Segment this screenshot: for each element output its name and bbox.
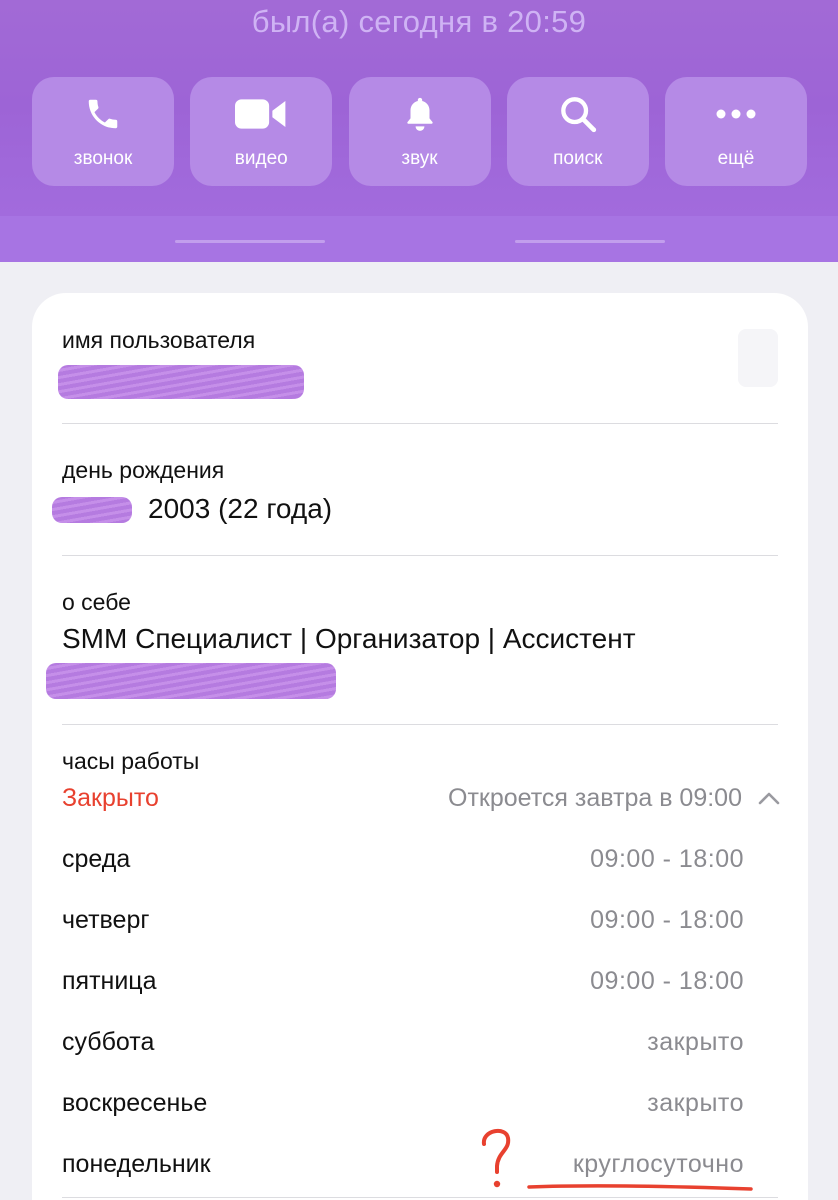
hours-row: четверг 09:00 - 18:00: [62, 906, 744, 946]
video-camera-icon: [190, 95, 332, 133]
last-seen-status: был(а) сегодня в 20:59: [251, 4, 587, 39]
video-button[interactable]: видео: [190, 77, 333, 186]
next-open-time[interactable]: Откроется завтра в 09:00: [448, 784, 742, 813]
day-name: суббота: [62, 1028, 155, 1056]
hours-row: воскресенье закрыто: [62, 1089, 744, 1129]
search-label: поиск: [553, 148, 603, 169]
username-label: имя пользователя: [62, 327, 256, 353]
hours-row: среда 09:00 - 18:00: [62, 845, 744, 885]
day-hours: закрыто: [647, 1089, 744, 1117]
day-name: пятница: [62, 967, 157, 995]
search-icon: [507, 95, 649, 133]
day-hours: 09:00 - 18:00: [590, 845, 744, 873]
more-button[interactable]: ещё: [665, 77, 807, 186]
profile-header: был(а) сегодня в 20:59 звонок видео звук…: [0, 0, 838, 262]
action-bar: звонок видео звук поиск ещё: [32, 77, 807, 186]
sound-label: звук: [401, 148, 438, 169]
hours-row: пятница 09:00 - 18:00: [62, 967, 744, 1007]
phone-icon: [32, 95, 174, 133]
working-hours-label: часы работы: [62, 748, 200, 774]
redacted-birthday-date: [52, 497, 132, 523]
hours-row: суббота закрыто: [62, 1028, 744, 1068]
sound-button[interactable]: звук: [348, 77, 491, 186]
bell-icon: [349, 95, 491, 133]
divider: [62, 555, 778, 556]
divider: [62, 724, 778, 725]
day-name: понедельник: [62, 1150, 211, 1178]
bio-value: SMM Специалист | Организатор | Ассистент: [62, 623, 636, 654]
call-label: звонок: [73, 148, 133, 169]
profile-info-card: имя пользователя день рождения 2003 (22 …: [32, 293, 808, 1200]
day-name: четверг: [62, 906, 150, 934]
redacted-username: [58, 365, 304, 399]
day-name: среда: [62, 845, 131, 873]
day-hours: закрыто: [647, 1028, 744, 1056]
qr-code-icon[interactable]: [736, 327, 780, 389]
underline-annotation: [527, 1184, 753, 1191]
redacted-bio-line: [46, 663, 336, 699]
birthday-value: 2003 (22 года): [148, 493, 333, 524]
question-mark-annotation: [482, 1128, 511, 1188]
divider: [62, 1197, 778, 1198]
more-dots-icon: [665, 95, 807, 133]
divider: [62, 423, 778, 424]
day-hours: 09:00 - 18:00: [590, 906, 744, 934]
search-button[interactable]: поиск: [506, 77, 649, 186]
header-lower-band: [0, 216, 838, 262]
chevron-up-icon[interactable]: [757, 788, 781, 808]
day-hours: круглосуточно: [572, 1150, 744, 1178]
call-button[interactable]: звонок: [32, 77, 174, 186]
blurred-text: [175, 240, 325, 243]
birthday-label: день рождения: [62, 457, 225, 483]
blurred-text: [515, 240, 665, 243]
bio-label: о себе: [62, 589, 131, 615]
day-name: воскресенье: [62, 1089, 208, 1117]
video-label: видео: [234, 148, 288, 169]
day-hours: 09:00 - 18:00: [590, 967, 744, 995]
hours-status: Закрыто: [62, 784, 159, 812]
more-label: ещё: [717, 148, 755, 169]
